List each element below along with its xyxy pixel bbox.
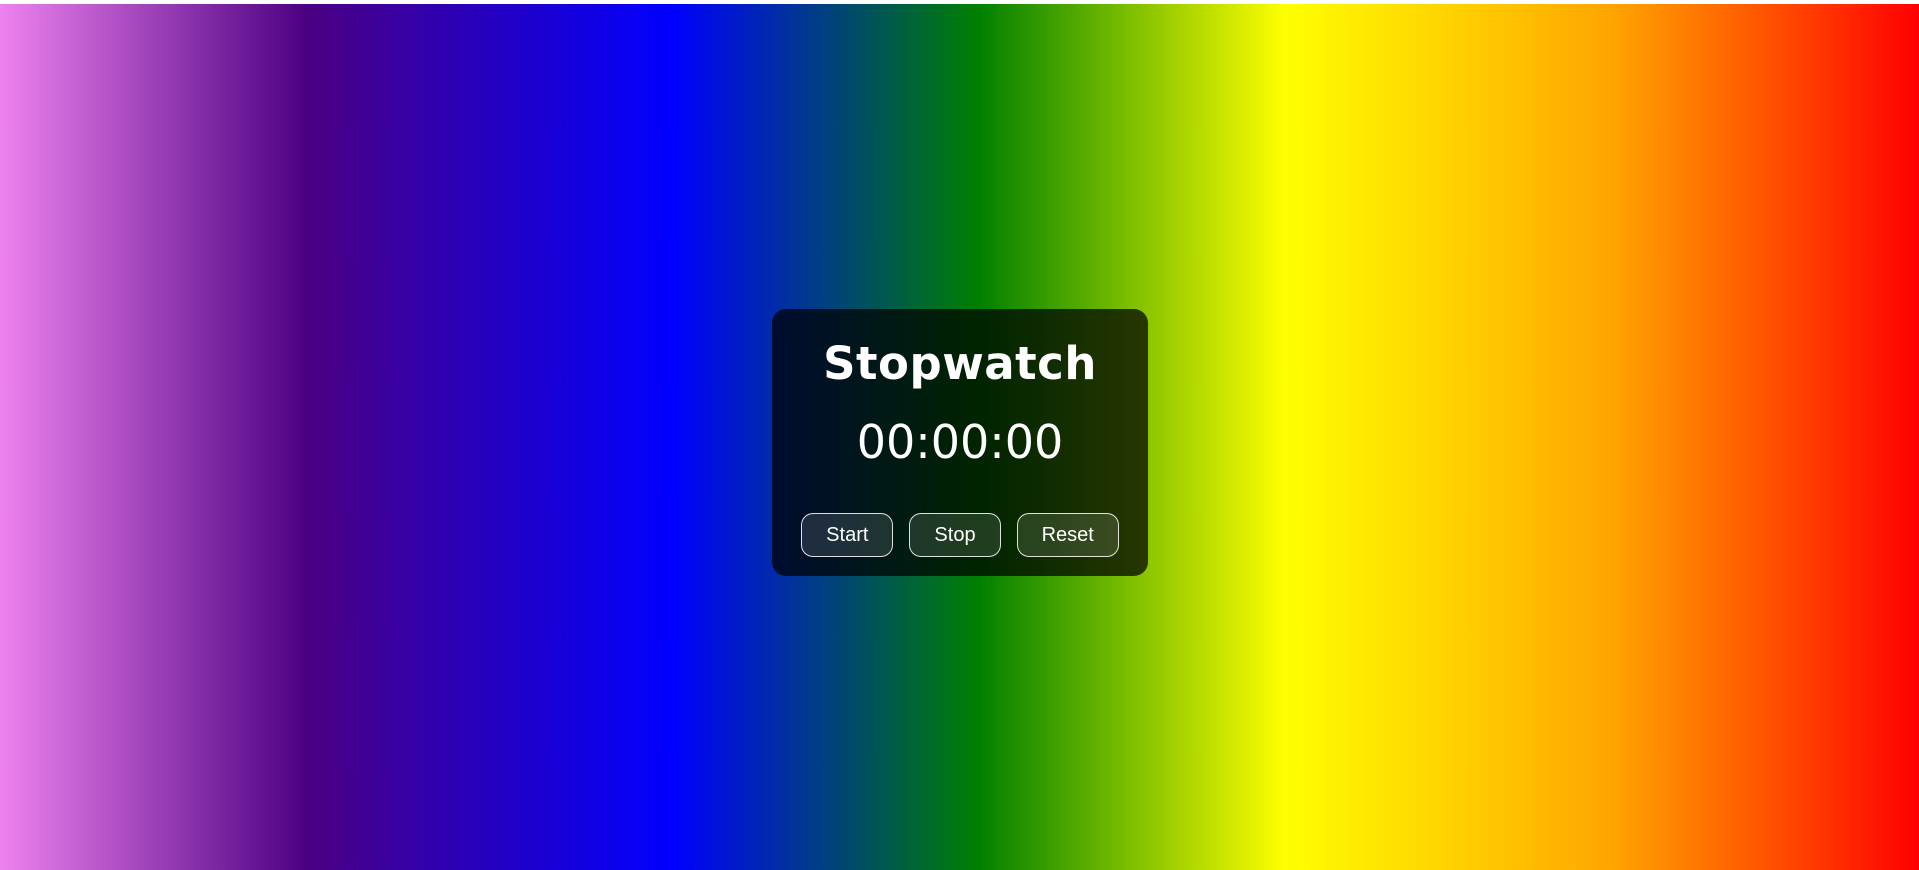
stop-button[interactable]: Stop — [909, 513, 1001, 557]
rainbow-background: Stopwatch 00:00:00 Start Stop Reset — [0, 4, 1919, 870]
control-buttons: Start Stop Reset — [772, 513, 1148, 557]
reset-button[interactable]: Reset — [1016, 513, 1119, 557]
time-display: 00:00:00 — [856, 414, 1064, 469]
stopwatch-title: Stopwatch — [823, 337, 1097, 390]
stopwatch-card: Stopwatch 00:00:00 Start Stop Reset — [772, 309, 1148, 576]
start-button[interactable]: Start — [801, 513, 894, 557]
